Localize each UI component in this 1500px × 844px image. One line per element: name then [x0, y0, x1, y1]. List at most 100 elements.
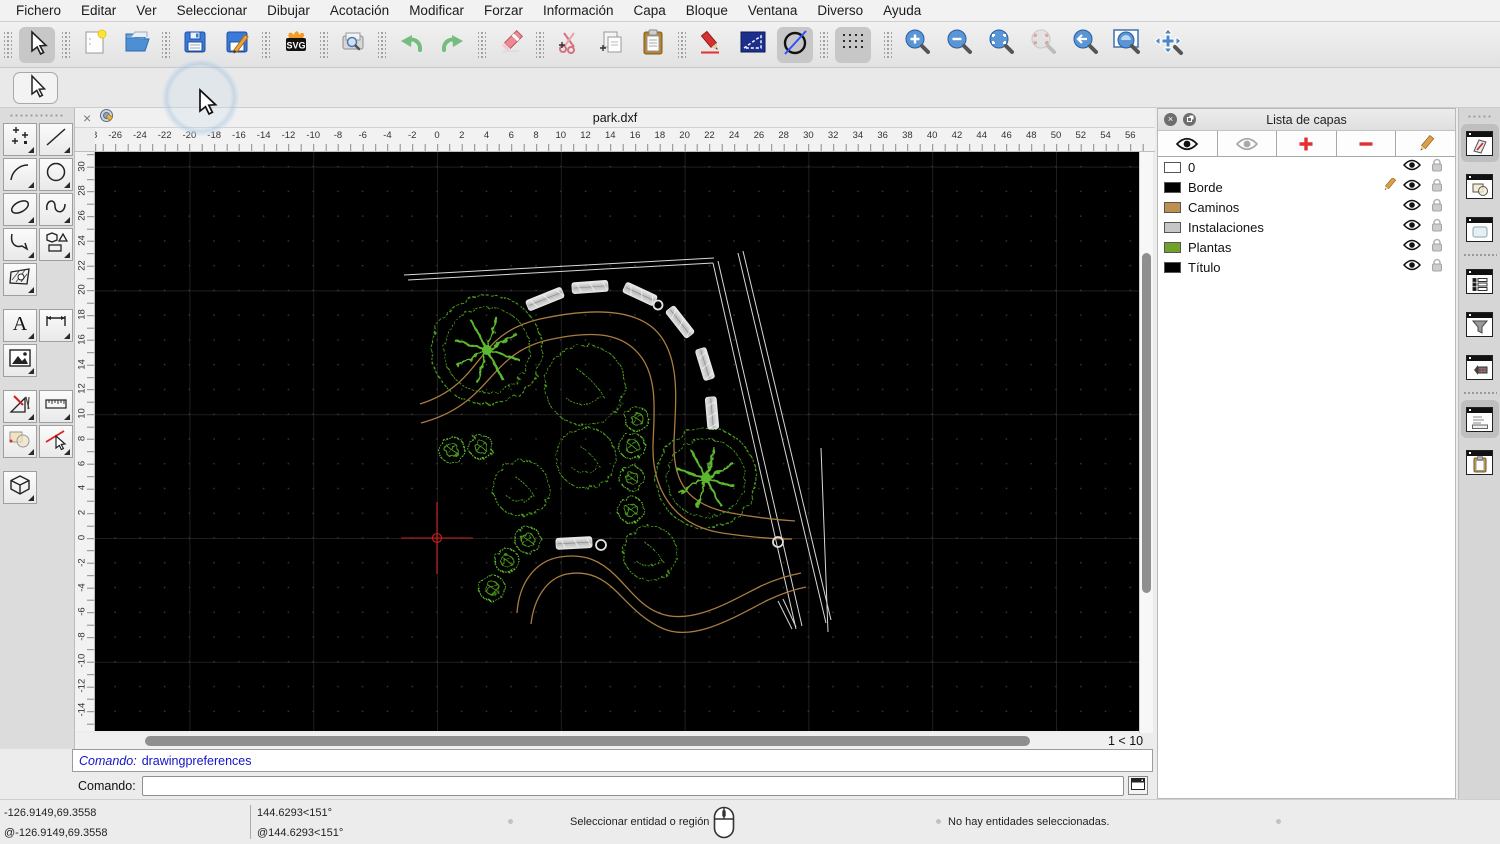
panel-float-button[interactable]: [1183, 113, 1196, 126]
layer-visibility-toggle[interactable]: [1402, 178, 1422, 196]
library-browser-dock-button[interactable]: [1461, 210, 1499, 248]
cut-button[interactable]: [551, 27, 587, 63]
redo-button[interactable]: [435, 27, 471, 63]
layer-lock-toggle[interactable]: [1431, 258, 1443, 277]
zoom-in-button[interactable]: [899, 27, 935, 63]
toolbar-drag-handle[interactable]: [884, 31, 892, 58]
polygon-tool-button[interactable]: [39, 228, 73, 261]
layer-visibility-toggle[interactable]: [1402, 158, 1422, 176]
layer-visibility-toggle[interactable]: [1402, 198, 1422, 216]
draft-mode-button[interactable]: [777, 26, 813, 63]
select-tool-button[interactable]: [19, 26, 55, 63]
layer-lock-toggle[interactable]: [1431, 238, 1443, 257]
layer-row-0[interactable]: 0: [1158, 157, 1455, 177]
points-tool-button[interactable]: [3, 123, 37, 156]
menu-dibujar[interactable]: Dibujar: [257, 3, 320, 18]
new-document-button[interactable]: [77, 27, 113, 63]
zoom-window-button[interactable]: [1109, 27, 1145, 63]
command-widget-button[interactable]: [1128, 776, 1148, 795]
panel-close-button[interactable]: ×: [1164, 113, 1177, 126]
toolbar-drag-handle[interactable]: [678, 31, 686, 58]
layer-row-título[interactable]: Título: [1158, 257, 1455, 277]
toolbar-drag-handle[interactable]: [162, 31, 170, 58]
dock-drag-handle[interactable]: [1466, 114, 1493, 119]
toolbar-drag-handle[interactable]: [478, 31, 486, 58]
entity-list-dock-button[interactable]: [1461, 262, 1499, 300]
horizontal-scrollbar[interactable]: [75, 733, 1139, 749]
toolbar-drag-handle[interactable]: [62, 31, 70, 58]
zoom-pan-button[interactable]: [1151, 27, 1187, 63]
dimension-tool-button[interactable]: [39, 309, 73, 342]
hatch-tool-button[interactable]: [3, 263, 37, 296]
menu-ayuda[interactable]: Ayuda: [873, 3, 931, 18]
line-tool-button[interactable]: [39, 123, 73, 156]
delete-entities-button[interactable]: [493, 27, 529, 63]
menu-editar[interactable]: Editar: [71, 3, 126, 18]
layer-list-dock-button[interactable]: [1460, 124, 1499, 162]
command-line-dock-button[interactable]: [1460, 400, 1499, 438]
vertical-scrollbar[interactable]: [1139, 152, 1153, 733]
solid-3d-button[interactable]: [3, 471, 37, 504]
layer-lock-toggle[interactable]: [1431, 198, 1443, 217]
block-list-dock-button[interactable]: [1461, 167, 1499, 205]
layer-lock-toggle[interactable]: [1431, 218, 1443, 237]
polyline-tool-button[interactable]: [3, 228, 37, 261]
hide-all-layers-button[interactable]: [1217, 131, 1278, 156]
menu-diverso[interactable]: Diverso: [807, 3, 873, 18]
zoom-out-button[interactable]: [941, 27, 977, 63]
export-svg-button[interactable]: SVG: [277, 27, 313, 63]
selection-pointer-button[interactable]: [13, 72, 58, 104]
save-as-button[interactable]: [219, 27, 255, 63]
measure-tool-button[interactable]: [39, 390, 73, 423]
menu-fichero[interactable]: Fichero: [6, 3, 71, 18]
drawing-canvas[interactable]: [95, 152, 1139, 731]
pen-attributes-button[interactable]: [693, 27, 729, 63]
remove-layer-button[interactable]: [1336, 131, 1397, 156]
copy-button[interactable]: [593, 27, 629, 63]
modify-tool-button[interactable]: [3, 425, 37, 458]
show-all-layers-button[interactable]: [1158, 131, 1218, 156]
toolbar-drag-handle[interactable]: [378, 31, 386, 58]
undo-button[interactable]: [393, 27, 429, 63]
menu-forzar[interactable]: Forzar: [474, 3, 533, 18]
layer-lock-toggle[interactable]: [1431, 178, 1443, 197]
layer-row-caminos[interactable]: Caminos: [1158, 197, 1455, 217]
toolbar-drag-handle[interactable]: [262, 31, 270, 58]
paste-button[interactable]: [635, 27, 671, 63]
insert-image-button[interactable]: [3, 344, 37, 377]
clipboard-dock-button[interactable]: [1461, 443, 1499, 481]
snap-select-button[interactable]: [39, 425, 73, 458]
menu-bloque[interactable]: Bloque: [676, 3, 738, 18]
menu-ventana[interactable]: Ventana: [738, 3, 808, 18]
tab-title[interactable]: park.dxf: [75, 111, 1155, 125]
arc-tool-button[interactable]: [3, 158, 37, 191]
menu-ver[interactable]: Ver: [126, 3, 166, 18]
toolbar-drag-handle[interactable]: [820, 31, 828, 58]
zoom-auto-button[interactable]: [983, 27, 1019, 63]
menu-información[interactable]: Información: [533, 3, 624, 18]
edit-layer-button[interactable]: [1396, 131, 1455, 156]
cad-tools-button[interactable]: [3, 390, 37, 423]
menu-acotación[interactable]: Acotación: [320, 3, 399, 18]
command-options-dock-button[interactable]: [1461, 348, 1499, 386]
layer-visibility-toggle[interactable]: [1402, 238, 1422, 256]
add-layer-button[interactable]: [1277, 131, 1337, 156]
layer-visibility-toggle[interactable]: [1402, 258, 1422, 276]
palette-drag-handle[interactable]: [9, 113, 65, 118]
menu-seleccionar[interactable]: Seleccionar: [167, 3, 258, 18]
toolbar-drag-handle[interactable]: [536, 31, 544, 58]
save-button[interactable]: [177, 27, 213, 63]
zoom-back-button[interactable]: [1067, 27, 1103, 63]
layer-row-instalaciones[interactable]: Instalaciones: [1158, 217, 1455, 237]
spline-tool-button[interactable]: [39, 193, 73, 226]
print-preview-button[interactable]: [335, 27, 371, 63]
open-file-button[interactable]: [119, 27, 155, 63]
grid-toggle-button[interactable]: [835, 26, 871, 63]
filter-dock-button[interactable]: [1461, 305, 1499, 343]
toolbar-drag-handle[interactable]: [4, 31, 12, 58]
menu-modificar[interactable]: Modificar: [399, 3, 474, 18]
zoom-previous-button[interactable]: [1025, 27, 1061, 63]
text-tool-button[interactable]: A: [3, 309, 37, 342]
selection-window-button[interactable]: [735, 27, 771, 63]
layer-row-borde[interactable]: Borde: [1158, 176, 1455, 197]
